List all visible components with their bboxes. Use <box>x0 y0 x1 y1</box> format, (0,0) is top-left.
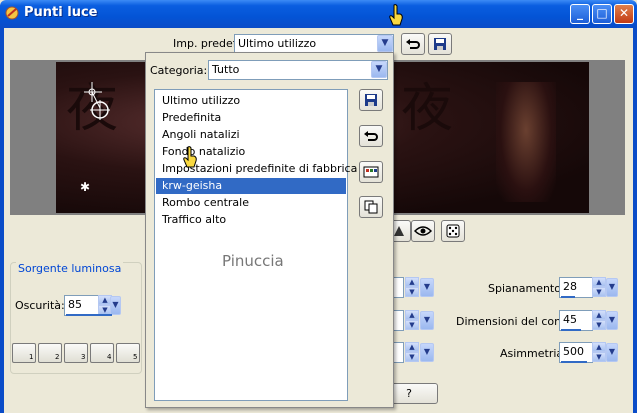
list-item[interactable]: Predefinita <box>156 110 346 126</box>
preset-label: Imp. predef.: <box>173 37 243 50</box>
window-title: Punti luce <box>24 5 98 20</box>
hand-cursor-icon <box>183 146 197 168</box>
list-item[interactable]: Angoli natalizi <box>156 127 346 143</box>
manage-presets-button[interactable] <box>359 161 383 183</box>
asymmetry-label: Asimmetria: <box>500 347 567 360</box>
light-source-handle-icon[interactable] <box>80 78 116 120</box>
preset-dropdown[interactable]: Ultimo utilizzo <box>234 34 394 53</box>
close-button[interactable]: ✕ <box>614 4 634 24</box>
cone-size-spin-down-icon[interactable]: ▼ <box>592 320 606 330</box>
middle-field-1-spin-down-icon[interactable]: ▼ <box>405 287 419 297</box>
light-shape-button-1[interactable]: 1 <box>12 343 36 363</box>
middle-field-2-arrow-icon[interactable]: ▼ <box>420 311 434 330</box>
minimize-button[interactable]: _ <box>570 4 590 24</box>
hand-cursor-icon <box>389 4 403 26</box>
preset-popup[interactable]: Categoria: Tutto ▼ Ultimo utilizzo Prede… <box>145 52 394 408</box>
list-item[interactable]: Rombo centrale <box>156 195 346 211</box>
preset-dropdown-arrow-icon[interactable]: ▼ <box>377 35 393 52</box>
window-border-right <box>633 28 637 413</box>
middle-field-3-spin-up-icon[interactable]: ▲ <box>405 342 419 352</box>
list-item-selected[interactable]: krw-geisha <box>156 178 346 194</box>
app-icon <box>5 6 19 20</box>
cone-size-input[interactable]: 45 <box>559 310 593 331</box>
save-preset-popup-button[interactable] <box>359 89 383 111</box>
flattening-slider-bar[interactable] <box>561 296 575 298</box>
flattening-spin-down-icon[interactable]: ▼ <box>592 287 606 297</box>
eye-icon <box>414 226 432 236</box>
darkness-value: 85 <box>68 298 82 311</box>
eye-preview-button[interactable] <box>411 220 435 242</box>
undo-arrow-icon <box>406 39 420 49</box>
darkness-dropdown-arrow-icon[interactable]: ▼ <box>110 296 121 315</box>
watermark-text: Pinuccia <box>222 252 284 270</box>
flattening-spin-up-icon[interactable]: ▲ <box>592 277 606 287</box>
light-shape-button-3[interactable]: 3 <box>64 343 88 363</box>
preset-list[interactable]: Ultimo utilizzo Predefinita Angoli natal… <box>154 89 357 401</box>
copy-preset-button[interactable] <box>359 196 383 218</box>
middle-field-3-arrow-icon[interactable]: ▼ <box>420 343 434 362</box>
cone-size-slider-bar[interactable] <box>561 329 581 331</box>
light-shape-button-5[interactable]: 5 <box>116 343 140 363</box>
reset-preset-button[interactable] <box>401 33 425 55</box>
middle-field-1-spin-up-icon[interactable]: ▲ <box>405 277 419 287</box>
asymmetry-slider-bar[interactable] <box>561 361 587 363</box>
darkness-input[interactable]: 85 <box>64 295 100 316</box>
cone-size-spin-up-icon[interactable]: ▲ <box>592 310 606 320</box>
category-label: Categoria: <box>150 64 208 77</box>
middle-field-2-spin-down-icon[interactable]: ▼ <box>405 320 419 330</box>
copy-icon <box>364 200 378 214</box>
preview-calligraphy-right: 夜 <box>401 79 454 139</box>
save-preset-button[interactable] <box>428 33 452 55</box>
cone-size-label: Dimensioni del cono: <box>456 315 572 328</box>
asymmetry-input[interactable]: 500 <box>559 342 593 363</box>
light-source-group-title: Sorgente luminosa <box>16 262 124 275</box>
preset-manager-icon <box>363 166 379 178</box>
middle-field-1-arrow-icon[interactable]: ▼ <box>420 278 434 297</box>
secondary-light-marker-icon[interactable]: ✱ <box>80 180 90 194</box>
asymmetry-spin-up-icon[interactable]: ▲ <box>592 342 606 352</box>
window-border-left <box>0 28 4 413</box>
maximize-button[interactable]: □ <box>592 4 612 24</box>
floppy-disk-icon <box>434 38 446 50</box>
darkness-slider-bar[interactable] <box>66 314 112 316</box>
dice-icon <box>446 224 460 238</box>
category-dropdown-arrow-icon[interactable]: ▼ <box>371 61 387 78</box>
flattening-input[interactable]: 28 <box>559 277 593 298</box>
list-item[interactable]: Ultimo utilizzo <box>156 93 346 109</box>
light-shape-button-4[interactable]: 4 <box>90 343 114 363</box>
middle-field-2-spin-up-icon[interactable]: ▲ <box>405 310 419 320</box>
category-dropdown[interactable]: Tutto <box>208 60 388 80</box>
preview-figure <box>496 82 556 202</box>
title-bar[interactable]: Punti luce _ □ ✕ <box>0 0 637 28</box>
randomize-button[interactable] <box>441 220 465 242</box>
asymmetry-arrow-icon[interactable]: ▼ <box>606 343 618 362</box>
floppy-disk-icon <box>365 94 377 106</box>
preview-icon <box>394 226 404 236</box>
undo-arrow-icon <box>364 131 378 141</box>
asymmetry-spin-down-icon[interactable]: ▼ <box>592 352 606 362</box>
reset-popup-button[interactable] <box>359 125 383 147</box>
preset-value: Ultimo utilizzo <box>238 37 317 50</box>
flattening-label: Spianamento: <box>488 282 565 295</box>
darkness-label: Oscurità: <box>15 299 65 312</box>
flattening-arrow-icon[interactable]: ▼ <box>606 278 618 297</box>
light-shape-button-2[interactable]: 2 <box>38 343 62 363</box>
cone-size-arrow-icon[interactable]: ▼ <box>606 311 618 330</box>
middle-field-3-spin-down-icon[interactable]: ▼ <box>405 352 419 362</box>
list-item[interactable]: Traffico alto <box>156 212 346 228</box>
